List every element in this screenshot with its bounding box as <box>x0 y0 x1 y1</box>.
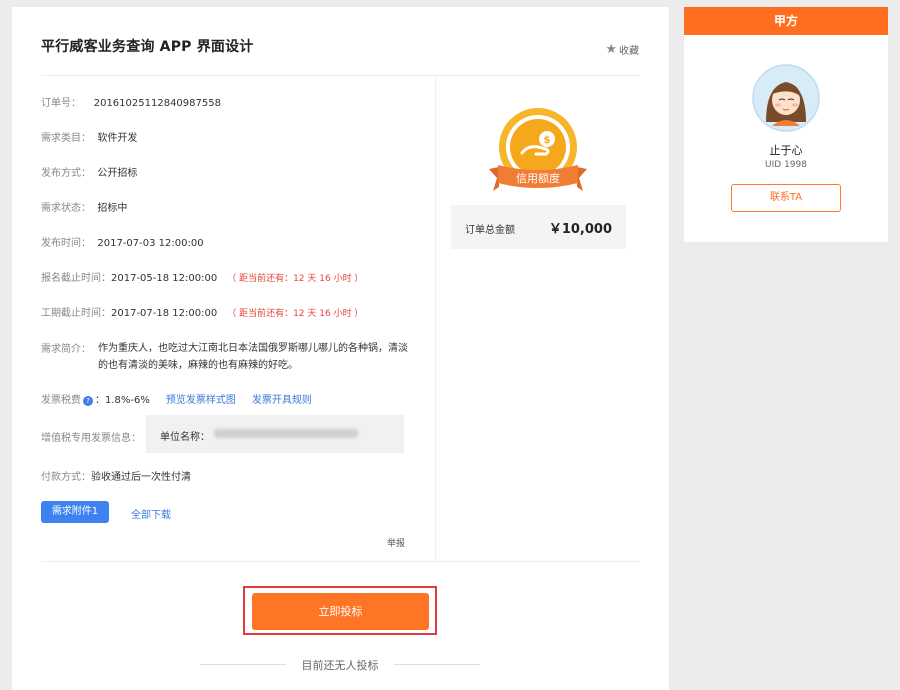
tax-label: 发票税费 <box>41 395 81 406</box>
divider <box>41 561 640 562</box>
tax-row: 发票税费? ：1.8%-6% 预览发票样式图 发票开具规则 <box>41 391 312 406</box>
order-no-row: 订单号： 20161025112840987558 <box>41 94 221 109</box>
payment-row: 付款方式：验收通过后一次性付清 <box>41 468 191 483</box>
ribbon-right-tail <box>577 167 587 191</box>
period-deadline-label: 工期截止时间： <box>41 308 111 319</box>
favorite-label: 收藏 <box>619 46 639 57</box>
invoice-rules-link[interactable]: 发票开具规则 <box>252 395 312 406</box>
publish-method-label: 发布方式： <box>41 168 91 179</box>
publish-time-label: 发布时间： <box>41 238 91 249</box>
order-no-label: 订单号： <box>41 98 81 109</box>
publish-time-value: 2017-07-03 12:00:00 <box>97 238 204 249</box>
category-value: 软件开发 <box>97 133 138 144</box>
category-label: 需求类目： <box>41 133 91 144</box>
payment-label: 付款方式： <box>41 472 91 483</box>
ribbon-left-tail <box>489 167 499 191</box>
amount-label: 订单总金额 <box>465 225 515 236</box>
invoice-info-box: 单位名称： <box>146 415 404 453</box>
report-link[interactable]: 举报 <box>387 536 405 549</box>
client-uid: UID 1998 <box>765 160 807 170</box>
contact-button[interactable]: 联系TA <box>731 184 841 212</box>
vat-invoice-row: 增值税专用发票信息： <box>41 429 141 444</box>
order-no-value: 20161025112840987558 <box>93 98 221 109</box>
client-card-header: 甲方 <box>684 7 888 35</box>
publish-time-row: 发布时间： 2017-07-03 12:00:00 <box>41 234 204 249</box>
publish-method-value: 公开招标 <box>97 168 138 179</box>
category-row: 需求类目： 软件开发 <box>41 129 137 144</box>
company-name-redacted <box>214 429 358 438</box>
vat-invoice-label: 增值税专用发票信息： <box>41 433 141 444</box>
publish-method-row: 发布方式： 公开招标 <box>41 164 137 179</box>
star-icon: ★ <box>605 42 617 57</box>
bid-now-button[interactable]: 立即投标 <box>252 593 429 630</box>
company-name-label: 单位名称： <box>160 432 210 443</box>
period-deadline-row: 工期截止时间：2017-07-18 12:00:00 （ 距当前还有：12 天 1… <box>41 304 363 319</box>
intro-label: 需求简介： <box>41 344 91 355</box>
no-bids-notice: 目前还无人投标 <box>200 657 480 672</box>
tax-value: ：1.8%-6% <box>95 395 150 406</box>
svg-text:$: $ <box>544 135 551 146</box>
page-title: 平行威客业务查询 APP 界面设计 <box>41 39 254 55</box>
avatar[interactable] <box>752 64 820 132</box>
amount-box: 订单总金额 ￥10,000 <box>451 205 626 249</box>
payment-value: 验收通过后一次性付清 <box>91 472 191 483</box>
signup-deadline-value: 2017-05-18 12:00:00 <box>111 273 218 284</box>
period-deadline-value: 2017-07-18 12:00:00 <box>111 308 218 319</box>
client-card: 甲方 止于心 UID 1998 联系TA <box>684 7 888 242</box>
period-remaining-text: （ 距当前还有：12 天 16 小时 ） <box>227 309 364 319</box>
vertical-divider <box>435 76 436 561</box>
status-value: 招标中 <box>97 203 128 214</box>
favorite-button[interactable]: ★ 收藏 <box>605 42 639 57</box>
signup-deadline-label: 报名截止时间： <box>41 273 111 284</box>
divider <box>41 75 640 76</box>
client-username: 止于心 <box>769 144 803 157</box>
credit-badge: $ 信用额度 <box>489 108 587 191</box>
intro-text: 作为重庆人，也吃过大江南北日本法国俄罗斯哪儿哪儿的各种锅，清淡的也有清淡的美味，… <box>98 343 408 371</box>
status-label: 需求状态： <box>41 203 91 214</box>
attachment-button[interactable]: 需求附件1 <box>41 501 109 523</box>
project-detail-panel: 平行威客业务查询 APP 界面设计 ★ 收藏 订单号： 201610251128… <box>12 7 669 690</box>
download-all-link[interactable]: 全部下载 <box>131 506 171 521</box>
status-row: 需求状态： 招标中 <box>41 199 127 214</box>
help-icon[interactable]: ? <box>83 396 93 406</box>
amount-value: ￥10,000 <box>548 222 612 237</box>
credit-badge-label: 信用额度 <box>516 171 560 185</box>
no-bids-text: 目前还无人投标 <box>301 659 379 672</box>
signup-remaining-text: （ 距当前还有：12 天 16 小时 ） <box>227 274 364 284</box>
invoice-preview-link[interactable]: 预览发票样式图 <box>166 395 236 406</box>
signup-deadline-row: 报名截止时间：2017-05-18 12:00:00 （ 距当前还有：12 天 1… <box>41 269 363 284</box>
